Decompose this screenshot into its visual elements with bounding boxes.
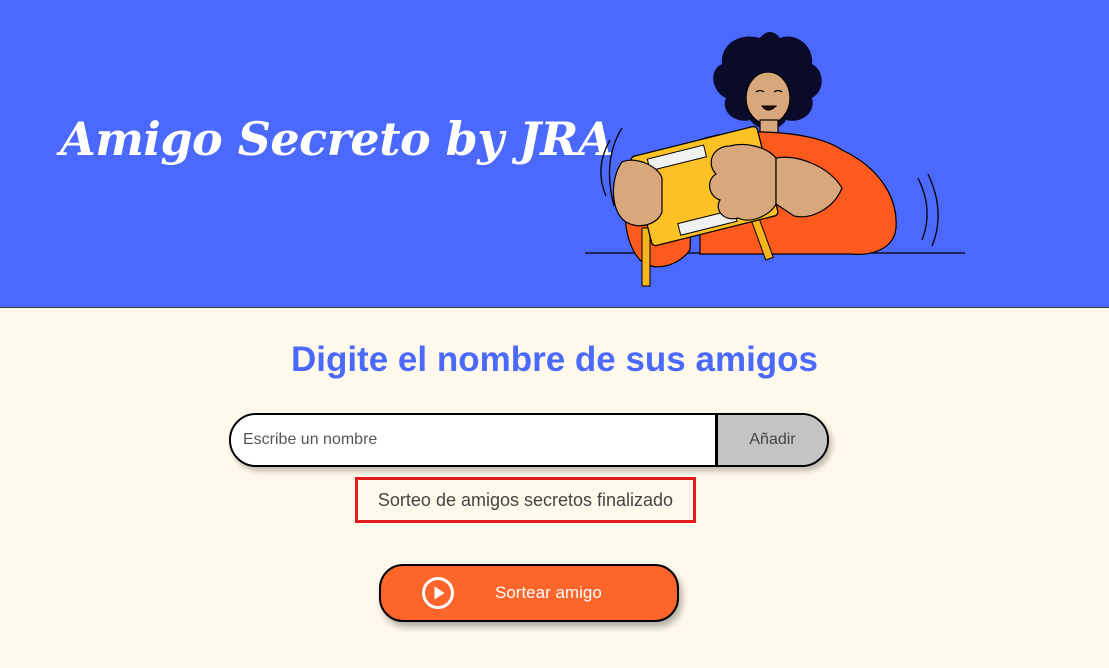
name-input[interactable]	[231, 415, 715, 465]
play-icon	[422, 577, 454, 609]
draw-button-label: Sortear amigo	[495, 583, 602, 602]
app-title: Amigo Secreto by JRA	[60, 112, 614, 166]
person-holding-gift-illustration	[585, 32, 965, 287]
section-title: Digite el nombre de sus amigos	[290, 340, 819, 379]
header-banner: Amigo Secreto by JRA	[0, 0, 1109, 308]
draw-friend-button[interactable]: Sortear amigo	[379, 564, 679, 622]
result-text: Sorteo de amigos secretos finalizado	[377, 489, 674, 510]
main-section: Digite el nombre de sus amigos Añadir So…	[0, 308, 1109, 668]
add-button[interactable]: Añadir	[715, 415, 827, 465]
name-input-group: Añadir	[229, 413, 829, 467]
result-message: Sorteo de amigos secretos finalizado	[355, 477, 696, 523]
